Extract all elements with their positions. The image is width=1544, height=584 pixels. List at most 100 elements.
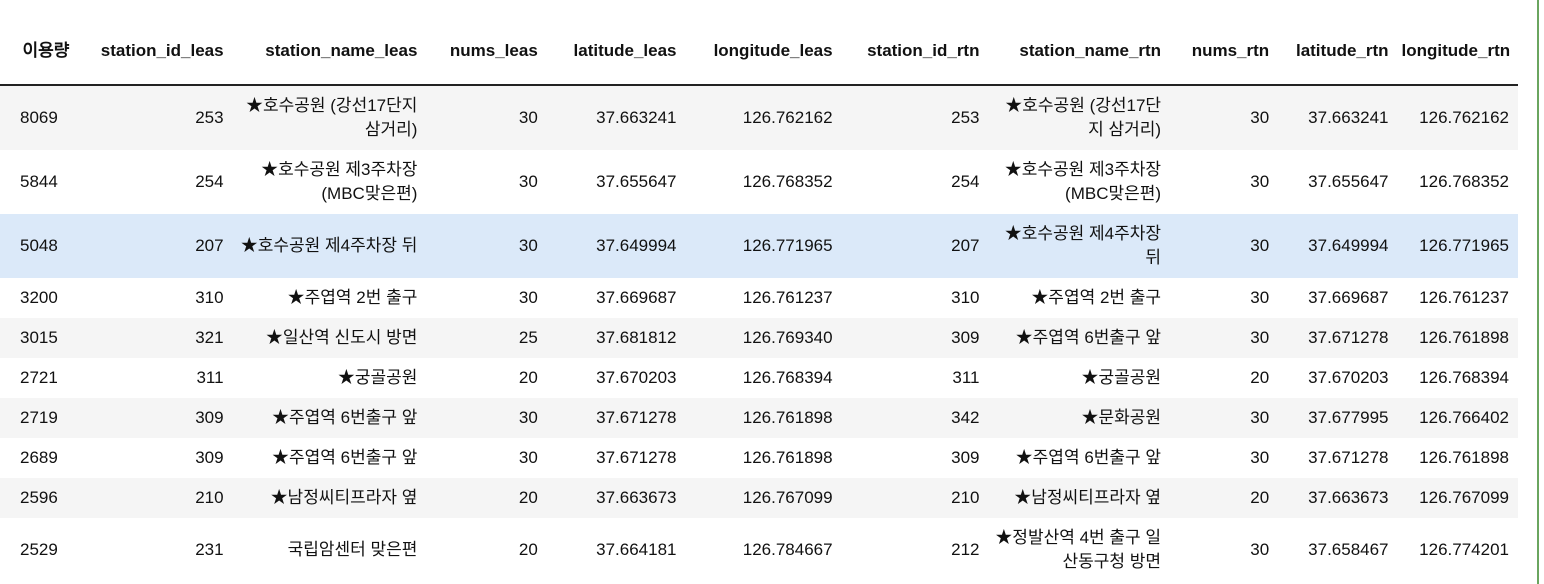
column-header[interactable]: longitude_rtn xyxy=(1397,18,1518,86)
table-cell: 126.761898 xyxy=(685,398,842,438)
header-row: 이용량 station_id_leas station_name_leas nu… xyxy=(0,18,1518,86)
table-cell: 37.649994 xyxy=(546,214,686,278)
table-cell: 126.768352 xyxy=(1397,150,1518,214)
column-header[interactable]: station_name_rtn xyxy=(988,18,1171,86)
table-cell: ★남정씨티프라자 옆 xyxy=(232,478,427,518)
table-cell: 30 xyxy=(426,438,547,478)
table-cell: 126.769340 xyxy=(685,318,842,358)
table-cell: 309 xyxy=(841,438,989,478)
table-cell: 2689 xyxy=(0,438,72,478)
dataframe-table: 이용량 station_id_leas station_name_leas nu… xyxy=(0,18,1518,582)
table-cell: ★호수공원 제3주차장 (MBC맞은편) xyxy=(232,150,427,214)
table-cell: 253 xyxy=(841,85,989,150)
table-row[interactable]: 2719 309 ★주엽역 6번출구 앞 30 37.671278 126.76… xyxy=(0,398,1518,438)
table-cell: 국립암센터 맞은편 xyxy=(232,518,427,582)
table-cell: 30 xyxy=(426,150,547,214)
table-cell: ★궁골공원 xyxy=(232,358,427,398)
table-cell: ★주엽역 6번출구 앞 xyxy=(232,398,427,438)
table-row[interactable]: 2529 231 국립암센터 맞은편 20 37.664181 126.7846… xyxy=(0,518,1518,582)
column-header[interactable]: nums_leas xyxy=(426,18,547,86)
table-cell: 126.762162 xyxy=(685,85,842,150)
column-header[interactable]: station_name_leas xyxy=(232,18,427,86)
table-cell: 309 xyxy=(71,398,233,438)
table-cell: 30 xyxy=(1170,85,1279,150)
table-cell: 5844 xyxy=(0,150,72,214)
table-cell: 30 xyxy=(426,398,547,438)
table-cell: 37.664181 xyxy=(546,518,686,582)
table-cell: 2596 xyxy=(0,478,72,518)
dataframe-output: 이용량 station_id_leas station_name_leas nu… xyxy=(0,0,1537,584)
column-header[interactable]: 이용량 xyxy=(0,18,72,86)
table-cell: 126.768394 xyxy=(685,358,842,398)
table-cell: 126.768352 xyxy=(685,150,842,214)
table-cell: 37.663673 xyxy=(1278,478,1398,518)
table-cell: 210 xyxy=(71,478,233,518)
table-row-highlighted[interactable]: 5048 207 ★호수공원 제4주차장 뒤 30 37.649994 126.… xyxy=(0,214,1518,278)
table-cell: 37.671278 xyxy=(1278,438,1398,478)
column-header[interactable]: station_id_rtn xyxy=(841,18,989,86)
table-row[interactable]: 2721 311 ★궁골공원 20 37.670203 126.768394 3… xyxy=(0,358,1518,398)
column-header[interactable]: nums_rtn xyxy=(1170,18,1279,86)
table-cell: ★주엽역 2번 출구 xyxy=(232,278,427,318)
table-row[interactable]: 5844 254 ★호수공원 제3주차장 (MBC맞은편) 30 37.6556… xyxy=(0,150,1518,214)
table-cell: 3200 xyxy=(0,278,72,318)
table-cell: 20 xyxy=(426,358,547,398)
column-header[interactable]: latitude_rtn xyxy=(1278,18,1398,86)
table-cell: 126.767099 xyxy=(1397,478,1518,518)
table-cell: 231 xyxy=(71,518,233,582)
output-frame-border xyxy=(1537,0,1539,584)
table-cell: ★문화공원 xyxy=(988,398,1171,438)
table-cell: ★주엽역 2번 출구 xyxy=(988,278,1171,318)
table-cell: 126.761898 xyxy=(1397,318,1518,358)
table-cell: 126.766402 xyxy=(1397,398,1518,438)
table-cell: 207 xyxy=(71,214,233,278)
table-cell: ★주엽역 6번출구 앞 xyxy=(232,438,427,478)
table-cell: 212 xyxy=(841,518,989,582)
table-cell: 37.681812 xyxy=(546,318,686,358)
table-cell: 126.761237 xyxy=(685,278,842,318)
table-cell: 5048 xyxy=(0,214,72,278)
table-cell: ★호수공원 (강선17단지 삼거리) xyxy=(988,85,1171,150)
table-cell: 126.762162 xyxy=(1397,85,1518,150)
table-cell: 30 xyxy=(426,214,547,278)
table-cell: 126.767099 xyxy=(685,478,842,518)
table-cell: 30 xyxy=(426,278,547,318)
table-cell: 37.670203 xyxy=(1278,358,1398,398)
table-cell: 310 xyxy=(71,278,233,318)
table-cell: 37.669687 xyxy=(546,278,686,318)
table-row[interactable]: 3200 310 ★주엽역 2번 출구 30 37.669687 126.761… xyxy=(0,278,1518,318)
table-cell: 207 xyxy=(841,214,989,278)
table-row[interactable]: 3015 321 ★일산역 신도시 방면 25 37.681812 126.76… xyxy=(0,318,1518,358)
column-header[interactable]: longitude_leas xyxy=(685,18,842,86)
table-cell: 309 xyxy=(841,318,989,358)
table-cell: 37.663241 xyxy=(1278,85,1398,150)
table-cell: ★호수공원 제4주차장 뒤 xyxy=(232,214,427,278)
table-cell: 309 xyxy=(71,438,233,478)
table-cell: 37.670203 xyxy=(546,358,686,398)
table-cell: 253 xyxy=(71,85,233,150)
table-cell: 126.774201 xyxy=(1397,518,1518,582)
table-row[interactable]: 2596 210 ★남정씨티프라자 옆 20 37.663673 126.767… xyxy=(0,478,1518,518)
table-cell: 37.649994 xyxy=(1278,214,1398,278)
table-cell: 37.671278 xyxy=(1278,318,1398,358)
table-cell: 25 xyxy=(426,318,547,358)
table-row[interactable]: 2689 309 ★주엽역 6번출구 앞 30 37.671278 126.76… xyxy=(0,438,1518,478)
column-header[interactable]: station_id_leas xyxy=(71,18,233,86)
table-body: 8069 253 ★호수공원 (강선17단지 삼거리) 30 37.663241… xyxy=(0,85,1518,582)
table-cell: 254 xyxy=(71,150,233,214)
column-header[interactable]: latitude_leas xyxy=(546,18,686,86)
table-cell: 342 xyxy=(841,398,989,438)
table-cell: 20 xyxy=(426,518,547,582)
table-cell: 8069 xyxy=(0,85,72,150)
table-cell: 20 xyxy=(426,478,547,518)
table-cell: 30 xyxy=(1170,438,1279,478)
table-cell: 126.768394 xyxy=(1397,358,1518,398)
table-cell: 37.669687 xyxy=(1278,278,1398,318)
table-cell: 37.671278 xyxy=(546,438,686,478)
table-header: 이용량 station_id_leas station_name_leas nu… xyxy=(0,18,1518,86)
table-row[interactable]: 8069 253 ★호수공원 (강선17단지 삼거리) 30 37.663241… xyxy=(0,85,1518,150)
table-cell: ★호수공원 (강선17단지 삼거리) xyxy=(232,85,427,150)
table-cell: 37.671278 xyxy=(546,398,686,438)
table-cell: 30 xyxy=(1170,150,1279,214)
table-cell: 30 xyxy=(1170,518,1279,582)
